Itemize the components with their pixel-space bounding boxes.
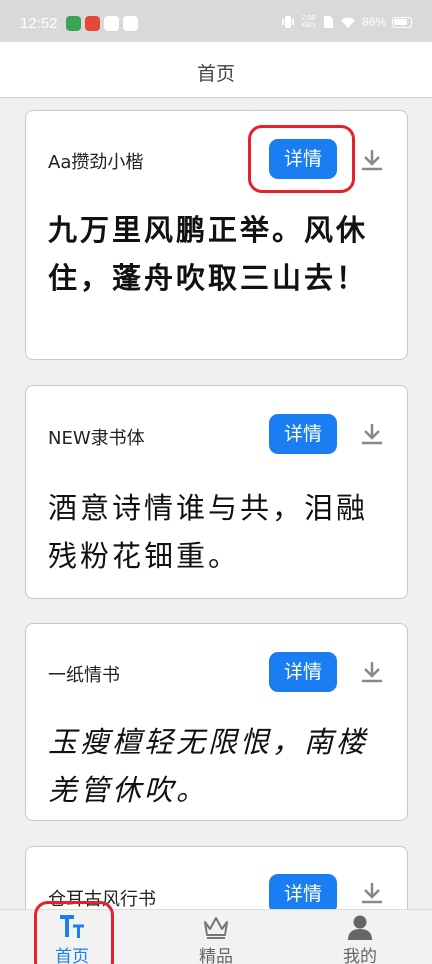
page-title: 首页 bbox=[196, 63, 235, 85]
nav-item-premium[interactable]: 精品 bbox=[144, 910, 288, 964]
nav-label: 精品 bbox=[199, 947, 233, 964]
app-header: 首页 bbox=[0, 42, 432, 98]
detail-button[interactable]: 详情 bbox=[269, 874, 337, 909]
wifi-icon bbox=[340, 17, 355, 28]
notification-icons bbox=[66, 16, 138, 31]
detail-button[interactable]: 详情 bbox=[269, 414, 337, 454]
nav-item-profile[interactable]: 我的 bbox=[288, 910, 432, 964]
font-sample-text: 九万里风鹏正举。风休住，蓬舟吹取三山去！ bbox=[48, 213, 369, 295]
font-sample-text: 玉瘦檀轻无限恨，南楼羌管休吹。 bbox=[48, 725, 369, 807]
status-time: 12:52 bbox=[20, 15, 58, 32]
font-card[interactable]: 一纸情书 详情 玉瘦檀轻无限恨，南楼羌管休吹。 bbox=[25, 623, 408, 821]
battery-icon bbox=[392, 16, 412, 28]
user-icon bbox=[348, 915, 372, 940]
download-icon[interactable] bbox=[359, 659, 385, 685]
font-name: NEW隶书体 bbox=[48, 428, 145, 449]
detail-button[interactable]: 详情 bbox=[269, 652, 337, 692]
font-card[interactable]: NEW隶书体 详情 酒意诗情谁与共，泪融残粉花钿重。 bbox=[25, 385, 408, 599]
app-notification-icon bbox=[66, 16, 81, 31]
detail-button-highlight bbox=[248, 125, 355, 193]
font-name: 一纸情书 bbox=[48, 665, 120, 686]
nav-label: 我的 bbox=[343, 947, 377, 964]
download-icon[interactable] bbox=[359, 147, 385, 173]
font-card[interactable]: 仓耳古风行书 详情 bbox=[25, 846, 408, 909]
battery-level: 86% bbox=[361, 15, 386, 29]
download-icon[interactable] bbox=[359, 880, 385, 906]
calendar-icon bbox=[104, 16, 119, 31]
font-sample-text: 酒意诗情谁与共，泪融残粉花钿重。 bbox=[48, 491, 369, 573]
crown-icon bbox=[204, 917, 228, 939]
sim-icon bbox=[323, 16, 333, 28]
link-icon bbox=[123, 16, 138, 31]
status-right: 7.00 KB/s 86% bbox=[281, 15, 412, 29]
font-name: Aa攒劲小楷 bbox=[48, 152, 144, 173]
download-icon[interactable] bbox=[359, 421, 385, 447]
status-bar: 12:52 7.00 KB/s 86% bbox=[0, 0, 432, 42]
net-speed: 7.00 KB/s bbox=[301, 15, 316, 29]
nav-home-highlight bbox=[34, 901, 114, 964]
font-list[interactable]: Aa攒劲小楷 详情 九万里风鹏正举。风休住，蓬舟吹取三山去！ NEW隶书体 详情… bbox=[0, 99, 432, 909]
weibo-icon bbox=[85, 16, 100, 31]
vibrate-icon bbox=[282, 16, 295, 28]
